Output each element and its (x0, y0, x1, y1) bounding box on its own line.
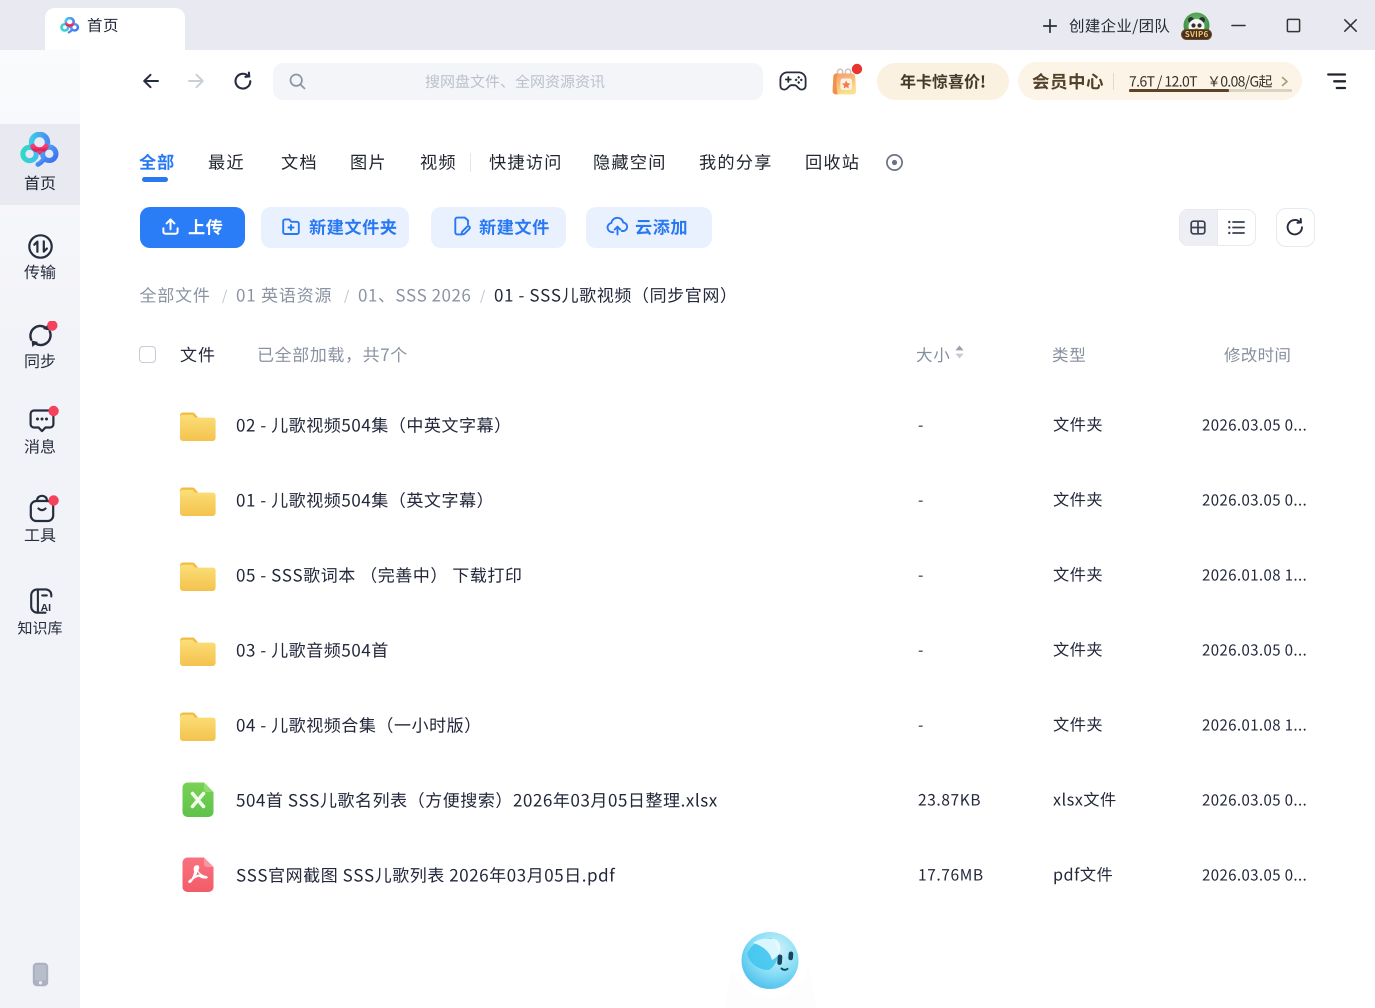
svg-text:AI: AI (41, 602, 52, 614)
